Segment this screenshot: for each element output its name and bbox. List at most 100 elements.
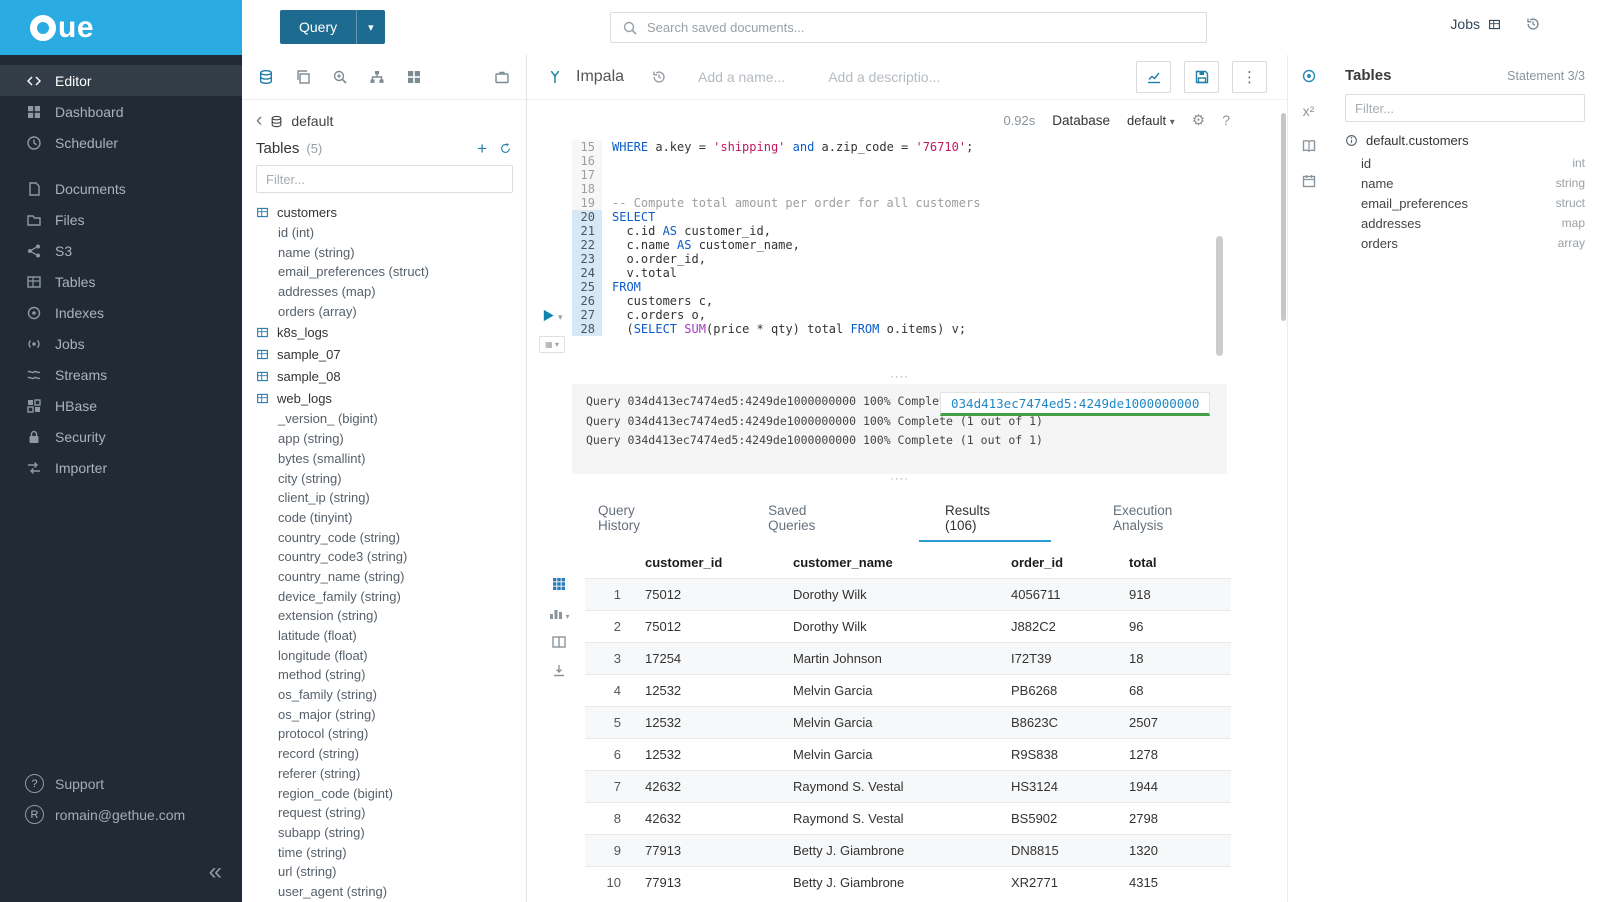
sidebar-collapse-button[interactable]: « [209,862,222,882]
history-icon[interactable] [1525,16,1541,32]
right-panel-column[interactable]: ordersarray [1345,233,1585,253]
breadcrumb-database[interactable]: default [291,113,333,129]
assist-column[interactable]: request (string) [242,803,526,823]
assistant-target-icon[interactable] [1301,68,1317,84]
sql-source-icon[interactable] [258,69,274,85]
sidebar-item-documents[interactable]: Documents [0,173,242,204]
sidebar-item-security[interactable]: Security [0,421,242,452]
new-query-button[interactable]: Query ▾ [280,10,385,44]
sidebar-item-dashboard[interactable]: Dashboard [0,96,242,127]
right-panel-column[interactable]: addressesmap [1345,213,1585,233]
grid-view-icon[interactable] [551,576,567,592]
assist-column[interactable]: code (tinyint) [242,508,526,528]
code-editor[interactable]: 15WHERE a.key = 'shipping' and a.zip_cod… [527,140,1287,372]
sidebar-item-s3[interactable]: S3 [0,235,242,266]
user-menu[interactable]: R romain@gethue.com [0,799,242,830]
functions-icon[interactable]: x² [1303,103,1315,119]
result-row[interactable]: 1077913Betty J. GiambroneXR27714315 [585,867,1231,899]
briefcase-icon[interactable] [494,69,510,85]
sidebar-item-hbase[interactable]: HBase [0,390,242,421]
documents-source-icon[interactable] [295,69,311,85]
tab-saved-queries[interactable]: Saved Queries [742,494,883,542]
chart-view-button[interactable]: ▾ [548,605,569,621]
sitemap-icon[interactable] [369,69,385,85]
add-table-icon[interactable]: + [477,142,487,156]
sidebar-item-tables[interactable]: Tables [0,266,242,297]
jobs-link[interactable]: Jobs [1450,16,1501,32]
assist-column[interactable]: _version_ (bigint) [242,409,526,429]
code-line[interactable]: 27 c.orders o, [572,308,1287,322]
sidebar-item-scheduler[interactable]: Scheduler [0,127,242,158]
assist-column[interactable]: longitude (float) [242,646,526,666]
more-options-button[interactable]: ⋮ [1232,61,1267,93]
assist-column[interactable]: addresses (map) [242,282,526,302]
result-row[interactable]: 842632Raymond S. VestalBS59022798 [585,803,1231,835]
support-link[interactable]: ? Support [0,768,242,799]
assist-column[interactable]: extension (string) [242,606,526,626]
help-question-icon[interactable]: ? [1222,112,1230,128]
column-header[interactable]: order_id [1003,546,1121,579]
panel-scrollbar[interactable] [1281,113,1286,321]
hue-logo[interactable]: ue [0,0,242,55]
schedule-calendar-icon[interactable] [1301,173,1317,189]
column-header[interactable]: total [1121,546,1231,579]
chart-button[interactable] [1136,61,1171,93]
right-panel-filter-input[interactable] [1345,94,1585,122]
tab-results-106[interactable]: Results (106) [919,494,1051,542]
code-line[interactable]: 16 [572,154,1287,168]
columns-view-icon[interactable] [551,634,567,650]
assist-column[interactable]: bytes (smallint) [242,449,526,469]
assist-column[interactable]: os_family (string) [242,685,526,705]
code-line[interactable]: 23 o.order_id, [572,252,1287,266]
query-dropdown-caret-icon[interactable]: ▾ [356,10,385,44]
sidebar-item-streams[interactable]: Streams [0,359,242,390]
result-row[interactable]: 977913Betty J. GiambroneDN88151320 [585,835,1231,867]
code-line[interactable]: 15WHERE a.key = 'shipping' and a.zip_cod… [572,140,1287,154]
assist-column[interactable]: latitude (float) [242,626,526,646]
resize-handle-top[interactable]: ···· [572,372,1227,384]
code-line[interactable]: 26 customers c, [572,294,1287,308]
code-line[interactable]: 17 [572,168,1287,182]
right-panel-column[interactable]: email_preferencesstruct [1345,193,1585,213]
assist-column[interactable]: time (string) [242,843,526,863]
assist-table-k8s_logs[interactable]: k8s_logs [242,321,526,343]
assist-table-sample_07[interactable]: sample_07 [242,343,526,365]
editor-scrollbar[interactable] [1216,236,1223,356]
code-line[interactable]: 20SELECT [572,210,1287,224]
search-zoom-icon[interactable] [332,69,348,85]
back-chevron-icon[interactable]: ‹ [256,114,262,128]
assist-table-customers[interactable]: customers [242,201,526,223]
sidebar-item-jobs[interactable]: Jobs [0,328,242,359]
result-row[interactable]: 512532Melvin GarciaB8623C2507 [585,707,1231,739]
assist-column[interactable]: region_code (bigint) [242,784,526,804]
assist-column[interactable]: email_preferences (struct) [242,262,526,282]
assist-column[interactable]: record (string) [242,744,526,764]
code-line[interactable]: 18 [572,182,1287,196]
resize-handle-bottom[interactable]: ···· [572,474,1227,486]
sidebar-item-importer[interactable]: Importer [0,452,242,483]
settings-gear-icon[interactable]: ⚙ [1192,111,1205,129]
right-panel-column[interactable]: namestring [1345,173,1585,193]
column-header[interactable]: customer_id [637,546,785,579]
assist-column[interactable]: country_code3 (string) [242,547,526,567]
result-row[interactable]: 412532Melvin GarciaPB626868 [585,675,1231,707]
refresh-icon[interactable] [499,142,512,156]
apps-grid-icon[interactable] [406,69,422,85]
assist-column[interactable]: protocol (string) [242,724,526,744]
assist-column[interactable]: id (int) [242,223,526,243]
assist-column[interactable]: method (string) [242,665,526,685]
code-line[interactable]: 22 c.name AS customer_name, [572,238,1287,252]
save-button[interactable] [1184,61,1219,93]
assist-column[interactable]: country_name (string) [242,567,526,587]
sidebar-item-editor[interactable]: Editor [0,65,242,96]
active-table[interactable]: default.customers [1345,130,1585,153]
sidebar-item-indexes[interactable]: Indexes [0,297,242,328]
code-line[interactable]: 28 (SELECT SUM(price * qty) total FROM o… [572,322,1287,336]
code-line[interactable]: 25FROM [572,280,1287,294]
assist-column[interactable]: device_family (string) [242,587,526,607]
assist-column[interactable]: country_code (string) [242,528,526,548]
result-row[interactable]: 612532Melvin GarciaR9S8381278 [585,739,1231,771]
result-row[interactable]: 275012Dorothy WilkJ882C296 [585,611,1231,643]
code-line[interactable]: 24 v.total [572,266,1287,280]
code-line[interactable]: 21 c.id AS customer_id, [572,224,1287,238]
